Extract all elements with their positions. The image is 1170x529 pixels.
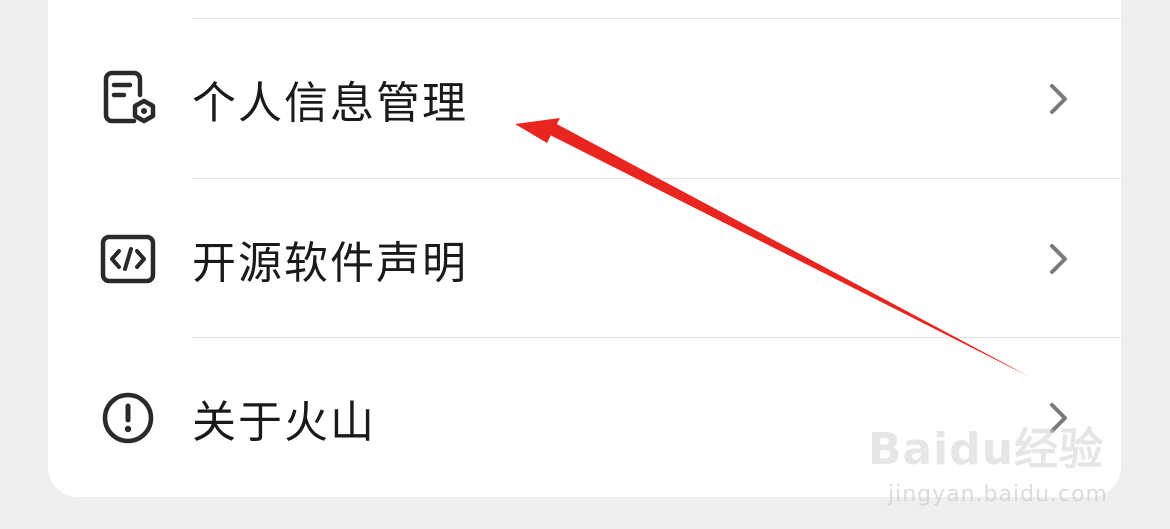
watermark-url: jingyan.baidu.com — [887, 482, 1108, 507]
settings-item-personal-info[interactable]: 个人信息管理 — [48, 20, 1121, 178]
chevron-right-icon — [1047, 242, 1071, 276]
code-icon — [98, 229, 158, 289]
settings-item-label: 个人信息管理 — [192, 78, 468, 129]
info-exclamation-icon — [98, 388, 158, 448]
row-divider — [192, 178, 1121, 179]
chevron-right-icon — [1047, 82, 1071, 116]
settings-screen: 个人信息管理 开源软件声明 关于火山 Baidu经验 jingyan.baidu… — [0, 0, 1170, 529]
settings-item-label: 开源软件声明 — [192, 238, 468, 289]
settings-item-label: 关于火山 — [192, 397, 376, 448]
row-divider — [192, 337, 1121, 338]
row-divider — [192, 18, 1121, 19]
document-settings-icon — [98, 69, 158, 129]
settings-item-open-source[interactable]: 开源软件声明 — [48, 180, 1121, 338]
watermark-logo: Baidu经验 — [867, 424, 1104, 475]
